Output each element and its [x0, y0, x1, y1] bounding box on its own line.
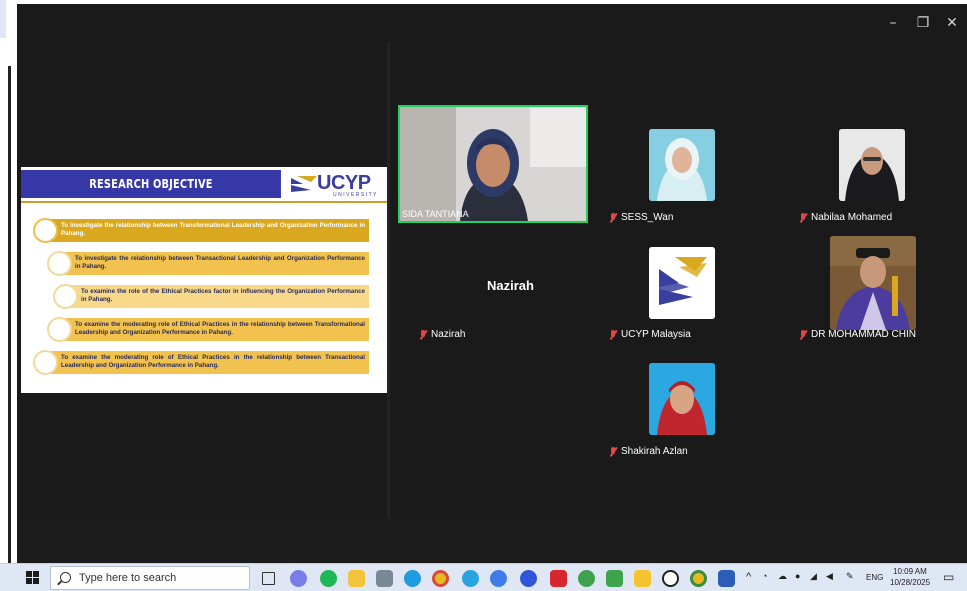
presentation-slide: RESEARCH OBJECTIVE UCYP UNIVERSITY To in… [21, 167, 387, 393]
whatsapp-icon[interactable] [662, 570, 679, 587]
mic-muted-icon [608, 329, 618, 340]
app-icon-green[interactable] [578, 570, 595, 587]
title-bar: – ❐ ✕ [17, 4, 967, 42]
objective-text: To examine the role of the Ethical Pract… [81, 288, 365, 303]
objective-item: To examine the role of the Ethical Pract… [53, 284, 369, 309]
objective-text: To examine the moderating role of Ethica… [75, 321, 365, 336]
ucyp-logo-avatar [649, 247, 715, 319]
photos-icon[interactable] [376, 570, 393, 587]
restore-button[interactable]: ❐ [909, 12, 937, 34]
participant-display-name: Nazirah [487, 278, 534, 293]
zoom-meetings-icon[interactable] [490, 570, 507, 587]
chrome-profile-icon[interactable] [690, 570, 707, 587]
mic-muted-icon [418, 329, 428, 340]
screen: – ❐ ✕ RESEARCH OBJECTIVE UCYP UNIVERSITY [0, 0, 967, 591]
zoom-meeting-window: – ❐ ✕ RESEARCH OBJECTIVE UCYP UNIVERSITY [17, 4, 967, 563]
participant-avatar [649, 363, 715, 435]
objective-bullet [33, 218, 58, 243]
sticky-notes-icon[interactable] [634, 570, 651, 587]
background-window-sliver [0, 0, 6, 38]
input-language[interactable]: ENG [866, 573, 883, 582]
search-placeholder: Type here to search [79, 572, 177, 584]
edge-icon[interactable] [404, 570, 421, 587]
excel-like-icon[interactable] [606, 570, 623, 587]
copilot-icon[interactable] [290, 570, 307, 587]
search-icon [60, 572, 71, 583]
objective-item: To examine the moderating role of Ethica… [33, 350, 369, 375]
telegram-icon[interactable] [462, 570, 479, 587]
participant-name-tag: Shakirah Azlan [608, 446, 688, 457]
participant-avatar [649, 129, 715, 201]
participant-name: UCYP Malaysia [621, 329, 691, 340]
participant-name: Nazirah [431, 329, 466, 340]
mic-muted-icon [608, 446, 618, 457]
microphone-icon[interactable]: ● [795, 571, 800, 581]
cloud-icon[interactable]: ☁ [778, 571, 787, 582]
zoom-icon[interactable] [520, 570, 537, 587]
notifications-icon[interactable]: ▭ [943, 570, 954, 584]
meeting-controls-bar [17, 518, 967, 563]
objective-bar: To examine the role of the Ethical Pract… [65, 285, 369, 308]
taskbar-search-box[interactable]: Type here to search [50, 566, 250, 590]
participant-name: DR MOHAMMAD CHIN [811, 329, 916, 340]
participant-name-tag: Nazirah [418, 329, 465, 340]
objective-item: To examine the moderating role of Ethica… [47, 317, 369, 342]
participant-name-tag: DR MOHAMMAD CHIN [798, 329, 916, 340]
slide-title: RESEARCH OBJECTIVE [21, 170, 281, 198]
file-explorer-icon[interactable] [348, 570, 365, 587]
participant-name: Shakirah Azlan [621, 446, 688, 457]
objective-text: To examine the moderating role of Ethica… [61, 354, 365, 369]
objective-item: To investigate the relationship between … [47, 251, 369, 276]
spotify-icon[interactable] [320, 570, 337, 587]
objective-bullet [47, 317, 72, 342]
participant-name: Nabilaa Mohamed [811, 212, 893, 223]
word-icon[interactable] [718, 570, 735, 587]
task-view-icon[interactable] [262, 572, 275, 585]
participant-name: SESS_Wan [621, 212, 674, 223]
objective-bar: To examine the moderating role of Ethica… [59, 318, 369, 341]
background-window-edge [0, 0, 18, 563]
ucyp-logo-icon [291, 176, 317, 192]
participant-avatar [839, 129, 905, 201]
mic-muted-icon [798, 329, 808, 340]
objective-bullet [53, 284, 78, 309]
objective-item: To investigate the relationship between … [33, 218, 369, 243]
show-hidden-icons-chevron-icon[interactable]: ^ [746, 571, 751, 583]
chrome-icon[interactable] [432, 570, 449, 587]
active-speaker-name: SIDA TANTIANA [402, 209, 469, 219]
participant-name-tag: Nabilaa Mohamed [798, 212, 892, 223]
volume-icon[interactable]: ◀ [826, 571, 833, 582]
objective-bullet [33, 350, 58, 375]
tray-icon[interactable]: ◔ [762, 571, 767, 581]
speaker-video [400, 107, 586, 221]
windows-taskbar: Type here to search ^ ◔ ☁ ● ◢ ◀ ✎ ENG 10… [0, 563, 967, 591]
network-icon[interactable]: ◢ [810, 571, 817, 582]
mic-muted-icon [798, 212, 808, 223]
acrobat-icon[interactable] [550, 570, 567, 587]
windows-start-button[interactable] [26, 571, 40, 585]
shared-screen-area: RESEARCH OBJECTIVE UCYP UNIVERSITY To in… [17, 42, 387, 518]
objective-bar: To examine the moderating role of Ethica… [45, 351, 369, 374]
mic-muted-icon [608, 212, 618, 223]
objective-text: To investigate the relationship between … [61, 222, 365, 237]
clock-time[interactable]: 10:09 AM [893, 567, 927, 576]
background-window-border [8, 66, 11, 563]
objective-bullet [47, 251, 72, 276]
active-speaker-tile[interactable]: SIDA TANTIANA [398, 105, 588, 223]
clock-date[interactable]: 10/28/2025 [890, 578, 930, 587]
ucyp-logo-subtext: UNIVERSITY [333, 192, 379, 198]
pen-icon[interactable]: ✎ [846, 571, 854, 582]
ucyp-logo: UCYP UNIVERSITY [289, 172, 381, 198]
objective-text: To investigate the relationship between … [75, 255, 365, 270]
participant-name-tag: SESS_Wan [608, 212, 673, 223]
participant-gallery: SIDA TANTIANA SESS_Wan Nabilaa Mohamed N… [390, 42, 967, 518]
participant-name-tag: UCYP Malaysia [608, 329, 691, 340]
objective-bar: To investigate the relationship between … [59, 252, 369, 275]
slide-divider [21, 201, 387, 203]
minimize-button[interactable]: – [879, 12, 907, 34]
participant-avatar [830, 236, 916, 330]
close-button[interactable]: ✕ [938, 12, 966, 34]
objective-bar: To investigate the relationship between … [45, 219, 369, 242]
